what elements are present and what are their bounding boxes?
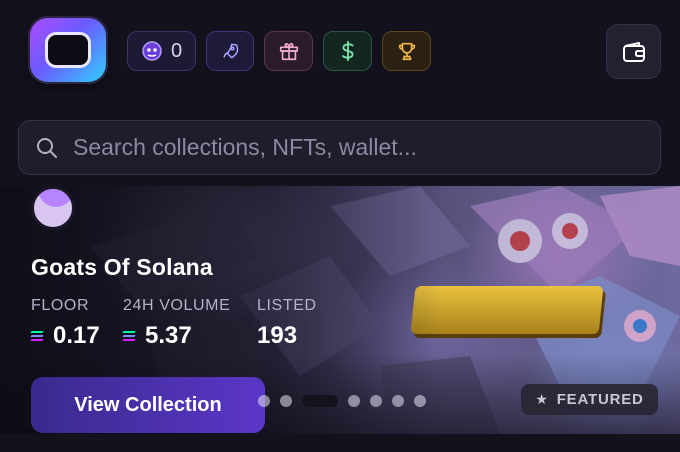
featured-badge: ★ FEATURED	[521, 384, 658, 415]
search-icon	[37, 137, 57, 158]
volume-amount: 5.37	[145, 322, 192, 349]
carousel-dot[interactable]	[414, 395, 426, 407]
gift-icon	[279, 42, 298, 61]
collection-avatar	[31, 186, 75, 230]
carousel-dot[interactable]	[258, 395, 270, 407]
gift-button[interactable]	[264, 31, 313, 71]
rocket-button[interactable]	[206, 31, 254, 71]
leaderboard-button[interactable]	[382, 31, 431, 71]
wallet-button[interactable]	[606, 24, 661, 79]
volume-value: 5.37	[122, 322, 192, 350]
wallet-icon	[622, 41, 645, 62]
carousel-dot[interactable]	[348, 395, 360, 407]
dollar-icon	[341, 40, 354, 62]
top-bar: 0	[0, 0, 680, 175]
search-bar[interactable]	[18, 120, 661, 175]
carousel-dot[interactable]	[302, 395, 338, 407]
level-chip[interactable]: 0	[127, 31, 196, 71]
carousel-dot[interactable]	[370, 395, 382, 407]
carousel-dot[interactable]	[280, 395, 292, 407]
featured-label: FEATURED	[556, 391, 644, 408]
solana-icon	[30, 331, 44, 341]
floor-value: 0.17	[30, 322, 100, 350]
view-collection-button[interactable]: View Collection	[31, 377, 265, 433]
listed-label: LISTED	[257, 297, 317, 314]
floor-amount: 0.17	[53, 322, 100, 349]
listed-value: 193	[257, 322, 298, 349]
collection-title: Goats Of Solana	[31, 254, 213, 280]
level-count: 0	[170, 39, 183, 62]
level-badge-icon	[142, 41, 162, 61]
search-input[interactable]	[73, 134, 633, 161]
trophy-icon	[398, 42, 415, 61]
earn-button[interactable]	[323, 31, 372, 71]
carousel-dots	[258, 395, 426, 407]
carousel-dot[interactable]	[392, 395, 404, 407]
rocket-icon	[223, 43, 239, 59]
solana-icon	[122, 331, 136, 341]
star-icon: ★	[535, 391, 549, 407]
volume-label: 24H VOLUME	[123, 297, 231, 314]
app-logo[interactable]	[28, 16, 108, 84]
floor-label: FLOOR	[31, 297, 90, 314]
